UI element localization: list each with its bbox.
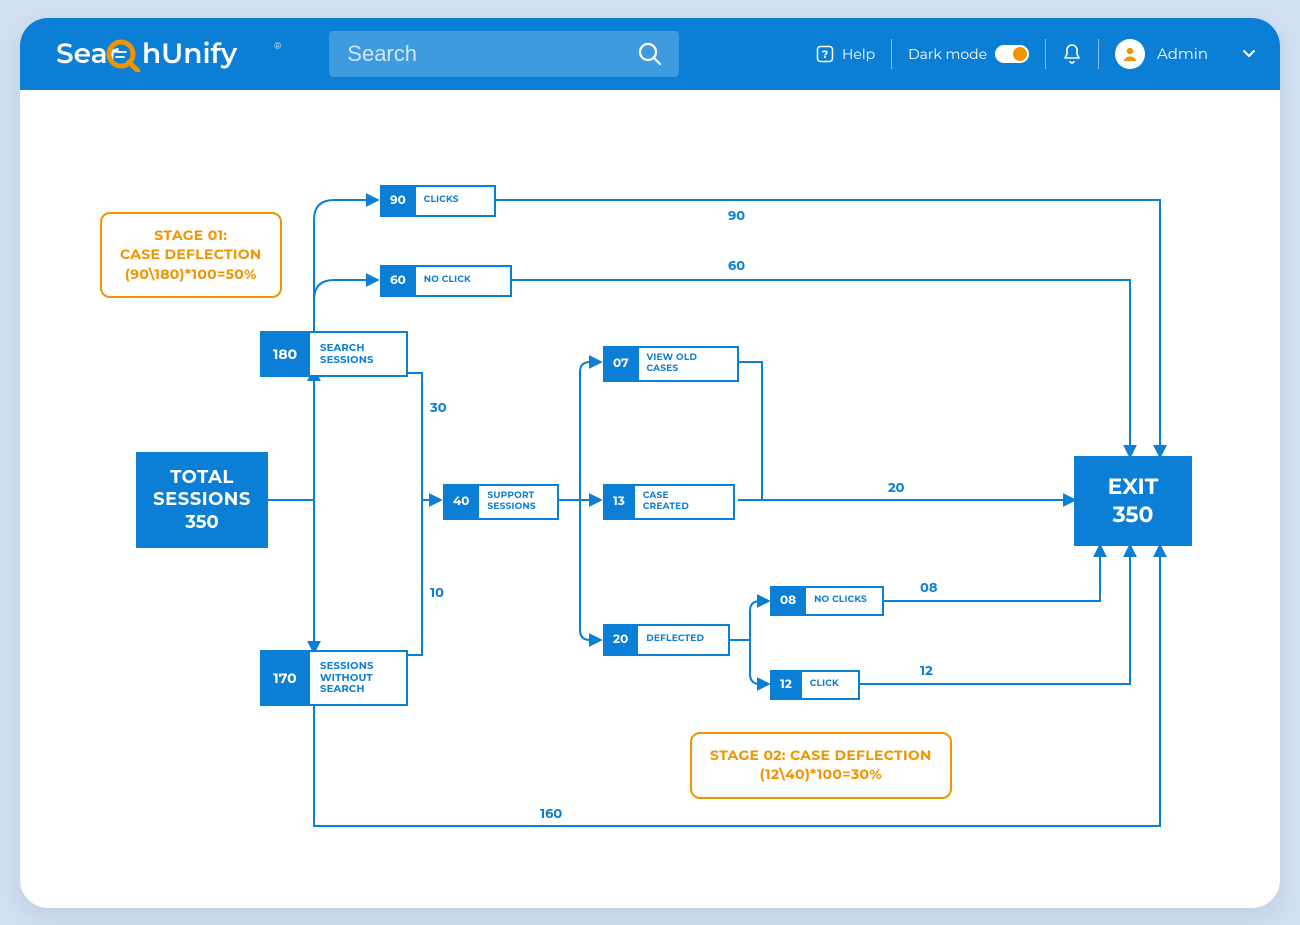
help-label: Help — [842, 45, 875, 63]
edge-label-08: 08 — [920, 580, 937, 596]
node-support-sessions: 40 SUPPORT SESSIONS — [443, 484, 559, 520]
node-search-sessions: 180 SEARCH SESSIONS — [260, 331, 408, 377]
chevron-down-icon — [1242, 49, 1256, 59]
logo: Sear hUnify ® — [56, 36, 281, 72]
node-total-sessions: TOTAL SESSIONS 350 — [136, 452, 268, 548]
user-menu[interactable]: Admin — [1099, 39, 1256, 69]
node-click-2: 12 CLICK — [770, 670, 860, 700]
edge-label-160: 160 — [540, 806, 562, 822]
svg-text:?: ? — [821, 47, 828, 61]
header: Sear hUnify ® ? Help — [20, 18, 1280, 90]
darkmode-label: Dark mode — [908, 45, 987, 63]
notifications-button[interactable] — [1046, 43, 1098, 65]
node-exit: EXIT 350 — [1074, 456, 1192, 546]
svg-text:hUnify: hUnify — [142, 37, 238, 71]
edge-label-12: 12 — [920, 663, 933, 679]
node-sessions-without-search: 170 SESSIONS WITHOUT SEARCH — [260, 650, 408, 706]
user-icon — [1121, 45, 1139, 63]
avatar — [1115, 39, 1145, 69]
node-deflected: 20 DEFLECTED — [603, 624, 730, 656]
search-box[interactable] — [329, 31, 679, 77]
edge-label-60: 60 — [728, 258, 745, 274]
edge-label-90: 90 — [728, 208, 745, 224]
app-frame: Sear hUnify ® ? Help — [20, 18, 1280, 908]
flow-diagram: TOTAL SESSIONS 350 180 SEARCH SESSIONS 1… — [50, 90, 1250, 888]
node-view-old-cases: 07 VIEW OLD CASES — [603, 346, 739, 382]
toggle-switch[interactable] — [995, 45, 1029, 63]
darkmode-toggle[interactable]: Dark mode — [892, 45, 1045, 63]
node-no-clicks-2: 08 NO CLICKS — [770, 586, 884, 616]
search-input[interactable] — [345, 40, 637, 68]
help-icon: ? — [816, 45, 834, 63]
user-name: Admin — [1157, 44, 1208, 63]
stage-1-box: STAGE 01: CASE DEFLECTION (90\180)*100=5… — [100, 212, 282, 299]
search-icon — [637, 41, 663, 67]
bell-icon — [1062, 43, 1082, 65]
edge-label-20: 20 — [888, 480, 905, 496]
registered-mark: ® — [274, 41, 281, 52]
edge-label-30: 30 — [430, 400, 447, 416]
help-button[interactable]: ? Help — [800, 45, 891, 63]
header-right: ? Help Dark mode Admin — [800, 18, 1256, 90]
node-clicks: 90 CLICKS — [380, 185, 496, 217]
node-case-created: 13 CASE CREATED — [603, 484, 735, 520]
node-no-click: 60 NO CLICK — [380, 265, 512, 297]
edge-label-10: 10 — [430, 585, 444, 601]
stage-2-box: STAGE 02: CASE DEFLECTION (12\40)*100=30… — [690, 732, 952, 799]
